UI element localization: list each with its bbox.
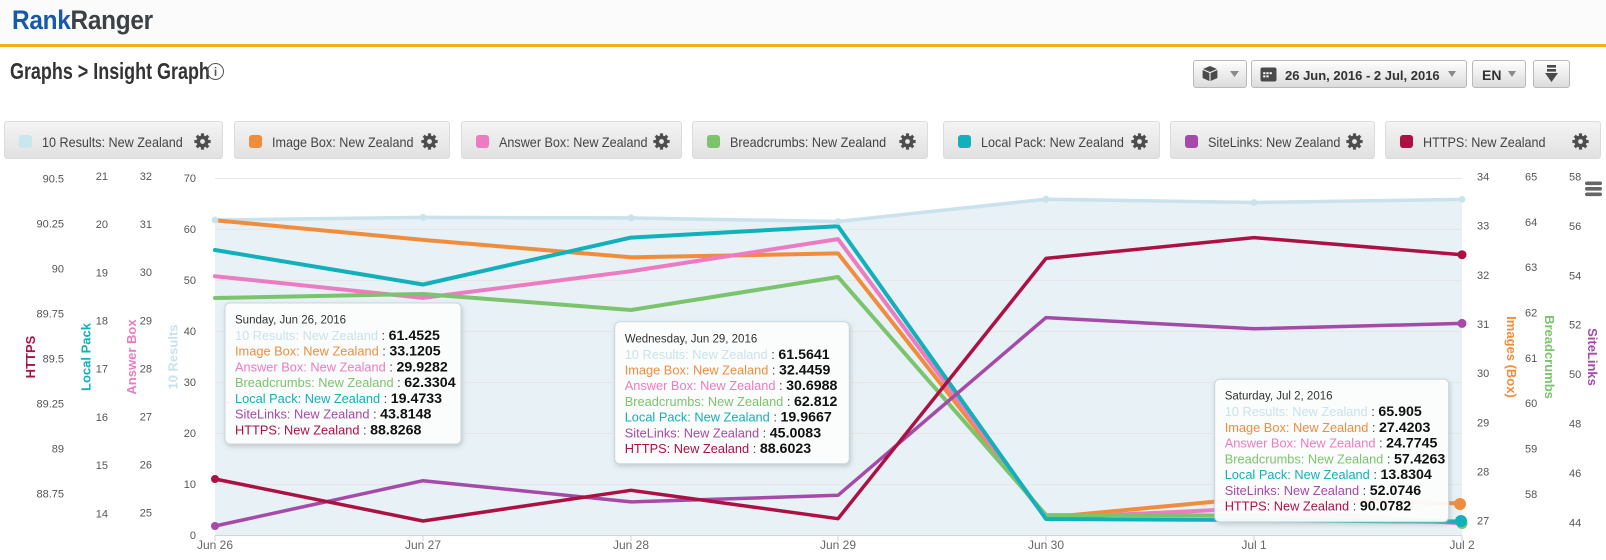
svg-text:31: 31 xyxy=(1477,319,1489,331)
svg-text:Image Box: New Zealand : 27.42: Image Box: New Zealand : 27.4203 xyxy=(1225,420,1431,436)
svg-text:46: 46 xyxy=(1569,468,1581,480)
svg-text:Jul 2: Jul 2 xyxy=(1449,538,1475,552)
svg-text:40: 40 xyxy=(184,326,196,338)
svg-text:32: 32 xyxy=(1477,270,1489,282)
svg-text:64: 64 xyxy=(1525,217,1537,229)
svg-text:89.75: 89.75 xyxy=(36,308,64,320)
svg-text:89.5: 89.5 xyxy=(43,353,64,365)
svg-text:19: 19 xyxy=(96,267,108,279)
svg-text:Answer Box: New Zealand : 24.7: Answer Box: New Zealand : 24.7745 xyxy=(1225,436,1438,452)
svg-text:18: 18 xyxy=(96,316,108,328)
svg-text:Answer Box: New Zealand : 29.9: Answer Box: New Zealand : 29.9282 xyxy=(235,359,448,375)
svg-text:Image Box: New Zealand : 32.44: Image Box: New Zealand : 32.4459 xyxy=(625,363,831,379)
svg-text:60: 60 xyxy=(1525,398,1537,410)
svg-text:Answer Box: Answer Box xyxy=(124,319,139,395)
svg-text:59: 59 xyxy=(1525,443,1537,455)
svg-text:0: 0 xyxy=(190,530,196,542)
svg-text:20: 20 xyxy=(96,219,108,231)
svg-text:28: 28 xyxy=(140,363,152,375)
svg-text:HTTPS: New Zealand : 88.6023: HTTPS: New Zealand : 88.6023 xyxy=(625,441,812,457)
svg-text:Local Pack: New Zealand : 19.4: Local Pack: New Zealand : 19.4733 xyxy=(235,391,442,407)
svg-text:70: 70 xyxy=(184,173,196,185)
svg-text:30: 30 xyxy=(184,377,196,389)
svg-text:HTTPS: New Zealand : 88.8268: HTTPS: New Zealand : 88.8268 xyxy=(235,422,422,438)
svg-text:HTTPS: HTTPS xyxy=(23,335,38,378)
svg-text:65: 65 xyxy=(1525,172,1537,184)
svg-text:61: 61 xyxy=(1525,353,1537,365)
svg-text:Saturday, Jul 2, 2016: Saturday, Jul 2, 2016 xyxy=(1225,391,1333,403)
svg-text:HTTPS: New Zealand : 90.0782: HTTPS: New Zealand : 90.0782 xyxy=(1225,499,1412,515)
svg-text:27: 27 xyxy=(140,412,152,424)
svg-text:90.5: 90.5 xyxy=(43,173,64,185)
svg-text:56: 56 xyxy=(1569,221,1581,233)
svg-text:16: 16 xyxy=(96,412,108,424)
svg-text:58: 58 xyxy=(1525,489,1537,501)
svg-text:10 Results: New Zealand : 61.4: 10 Results: New Zealand : 61.4525 xyxy=(235,328,440,344)
svg-text:28: 28 xyxy=(1477,467,1489,479)
svg-text:Wednesday, Jun 29, 2016: Wednesday, Jun 29, 2016 xyxy=(625,333,758,345)
svg-text:Jul 1: Jul 1 xyxy=(1241,538,1267,552)
svg-text:29: 29 xyxy=(140,315,152,327)
svg-text:50: 50 xyxy=(184,275,196,287)
svg-text:10 Results: New Zealand : 61.5: 10 Results: New Zealand : 61.5641 xyxy=(625,347,830,363)
svg-text:54: 54 xyxy=(1569,270,1581,282)
svg-text:Local Pack: New Zealand : 19.9: Local Pack: New Zealand : 19.9667 xyxy=(625,410,832,426)
svg-text:SiteLinks: New Zealand : 45.00: SiteLinks: New Zealand : 45.0083 xyxy=(625,425,822,441)
svg-text:90.25: 90.25 xyxy=(36,218,64,230)
svg-text:Jun 29: Jun 29 xyxy=(820,538,856,552)
svg-text:Image Box: New Zealand : 33.12: Image Box: New Zealand : 33.1205 xyxy=(235,344,441,360)
svg-text:Breadcrumbs: New Zealand : 62.: Breadcrumbs: New Zealand : 62.3304 xyxy=(235,375,456,391)
svg-text:52: 52 xyxy=(1569,320,1581,332)
svg-text:SiteLinks: New Zealand : 43.81: SiteLinks: New Zealand : 43.8148 xyxy=(235,407,432,423)
svg-text:Breadcrumbs: Breadcrumbs xyxy=(1542,315,1557,399)
svg-text:30: 30 xyxy=(140,267,152,279)
svg-text:Sunday, Jun 26, 2016: Sunday, Jun 26, 2016 xyxy=(235,315,346,327)
svg-text:Jun 26: Jun 26 xyxy=(197,538,233,552)
svg-text:Breadcrumbs: New Zealand : 57.: Breadcrumbs: New Zealand : 57.4263 xyxy=(1225,451,1446,467)
svg-text:33: 33 xyxy=(1477,221,1489,233)
svg-text:10: 10 xyxy=(184,479,196,491)
svg-text:21: 21 xyxy=(96,171,108,183)
svg-text:89: 89 xyxy=(52,443,64,455)
svg-text:32: 32 xyxy=(140,171,152,183)
svg-text:48: 48 xyxy=(1569,419,1581,431)
svg-text:Images (Box): Images (Box) xyxy=(1504,316,1519,398)
svg-text:17: 17 xyxy=(96,364,108,376)
svg-text:27: 27 xyxy=(1477,516,1489,528)
svg-text:89.25: 89.25 xyxy=(36,398,64,410)
svg-text:Answer Box: New Zealand : 30.6: Answer Box: New Zealand : 30.6988 xyxy=(625,378,838,394)
svg-text:63: 63 xyxy=(1525,262,1537,274)
svg-text:Local Pack: Local Pack xyxy=(79,322,94,391)
svg-text:30: 30 xyxy=(1477,368,1489,380)
svg-text:10 Results: 10 Results xyxy=(166,324,181,389)
svg-text:15: 15 xyxy=(96,460,108,472)
svg-text:Local Pack: New Zealand : 13.8: Local Pack: New Zealand : 13.8304 xyxy=(1225,467,1432,483)
svg-text:62: 62 xyxy=(1525,307,1537,319)
svg-text:50: 50 xyxy=(1569,369,1581,381)
svg-text:26: 26 xyxy=(140,460,152,472)
svg-text:58: 58 xyxy=(1569,172,1581,184)
svg-text:Jun 27: Jun 27 xyxy=(405,538,441,552)
svg-text:10 Results: New Zealand : 65.9: 10 Results: New Zealand : 65.905 xyxy=(1225,404,1422,420)
svg-text:25: 25 xyxy=(140,508,152,520)
svg-text:29: 29 xyxy=(1477,417,1489,429)
svg-text:Breadcrumbs: New Zealand : 62.: Breadcrumbs: New Zealand : 62.812 xyxy=(625,394,838,410)
svg-text:SiteLinks: SiteLinks xyxy=(1585,328,1600,386)
svg-text:14: 14 xyxy=(96,508,108,520)
svg-text:Jun 30: Jun 30 xyxy=(1028,538,1064,552)
svg-text:SiteLinks: New Zealand : 52.07: SiteLinks: New Zealand : 52.0746 xyxy=(1225,483,1422,499)
svg-text:Jun 28: Jun 28 xyxy=(613,538,649,552)
svg-text:31: 31 xyxy=(140,219,152,231)
svg-text:20: 20 xyxy=(184,428,196,440)
svg-text:34: 34 xyxy=(1477,172,1489,184)
svg-text:90: 90 xyxy=(52,263,64,275)
svg-text:60: 60 xyxy=(184,224,196,236)
svg-text:44: 44 xyxy=(1569,517,1581,529)
svg-text:88.75: 88.75 xyxy=(36,488,64,500)
